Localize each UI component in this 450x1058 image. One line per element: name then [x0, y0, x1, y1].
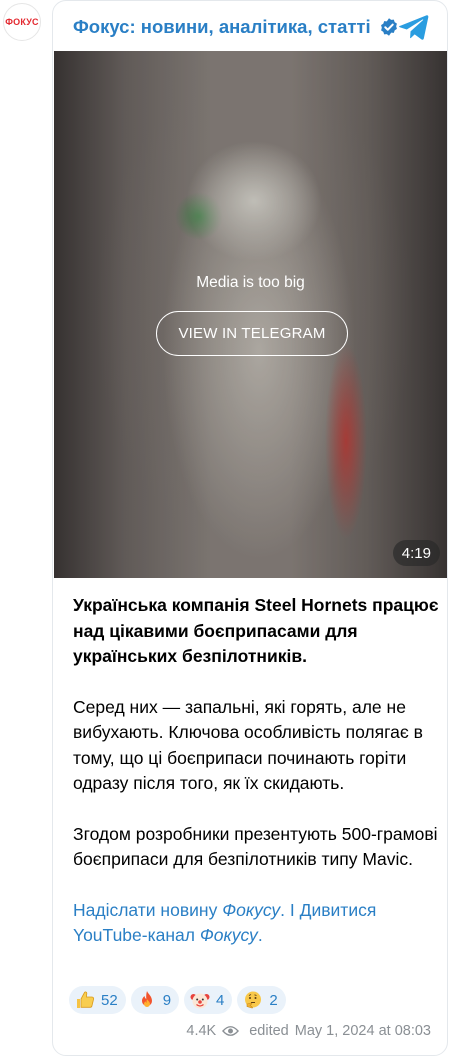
edited-label: edited — [249, 1023, 289, 1039]
thinking-face-icon — [245, 991, 262, 1009]
reaction-fire[interactable]: 9 — [130, 986, 180, 1014]
send-news-link[interactable]: Надіслати новину Фокусу — [73, 900, 280, 920]
clown-face-icon — [190, 993, 210, 1009]
message-header: Фокус: новини, аналітика, статті — [73, 11, 433, 43]
reaction-clown[interactable]: 4 — [184, 986, 233, 1014]
post-links: Надіслати новину Фокусу. І Дивитися YouT… — [73, 899, 377, 946]
reaction-thumbs-up[interactable]: 52 — [69, 986, 126, 1014]
post-headline: Українська компанія Steel Hornets працює… — [73, 595, 439, 666]
reaction-count: 9 — [162, 991, 172, 1009]
channel-avatar[interactable]: ФОКУС — [3, 3, 41, 41]
post-paragraph-2: Серед них — запальні, які горять, але не… — [73, 696, 423, 794]
video-media[interactable]: Media is too big VIEW IN TELEGRAM 4:19 — [54, 51, 447, 578]
avatar-logo-text: ФОКУС — [5, 17, 39, 27]
media-too-big-message: Media is too big — [196, 274, 305, 291]
message-text: Українська компанія Steel Hornets працює… — [73, 593, 439, 974]
verified-badge-icon — [380, 18, 397, 36]
telegram-logo-icon[interactable] — [399, 13, 429, 41]
view-in-telegram-button[interactable]: VIEW IN TELEGRAM — [156, 311, 348, 356]
fire-icon — [141, 991, 152, 1007]
post-timestamp[interactable]: May 1, 2024 at 08:03 — [295, 1023, 431, 1039]
reactions-bar: 52 9 4 2 — [69, 986, 286, 1014]
reaction-count: 2 — [269, 991, 278, 1009]
thumbs-up-icon — [77, 991, 95, 1008]
video-duration-badge: 4:19 — [392, 540, 440, 566]
message-meta: 4.4K edited May 1, 2024 at 08:03 — [186, 1023, 431, 1039]
post-paragraph-3: Згодом розробники презентують 500-грамов… — [73, 823, 438, 870]
views-count: 4.4K — [186, 1023, 217, 1039]
eye-icon — [222, 1026, 240, 1036]
reaction-count: 52 — [101, 991, 118, 1009]
message-card: Фокус: новини, аналітика, статті Media i… — [52, 0, 448, 1056]
reaction-thinking[interactable]: 2 — [237, 986, 286, 1014]
channel-title[interactable]: Фокус: новини, аналітика, статті — [73, 16, 371, 38]
reaction-count: 4 — [216, 991, 225, 1009]
